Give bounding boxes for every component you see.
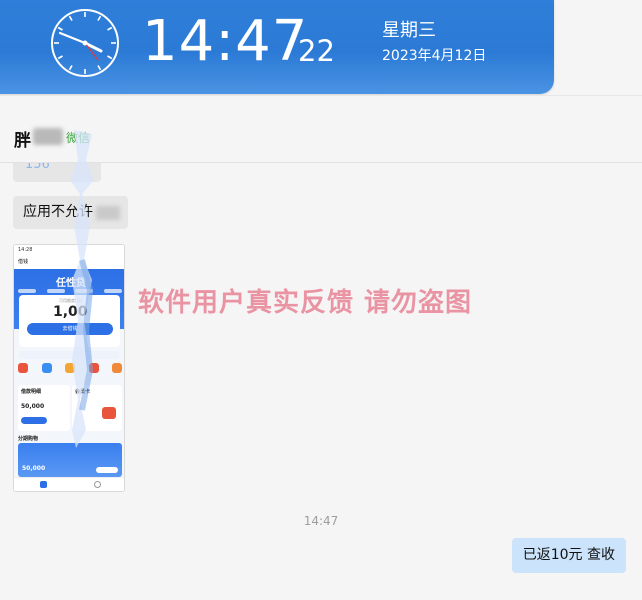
screenshot-section-title: 分期购物 [18,436,39,442]
clock-seconds: 22 [298,34,335,68]
message-bubble-incoming[interactable]: 156 [13,163,101,182]
message-text: 156 [25,163,50,172]
screenshot-tab-bar [14,477,124,491]
screenshot-panel-left: 借款明细 50,000 [18,385,70,431]
message-text: 应用不允许 [23,204,93,220]
message-text: 已返10元 查收 [522,547,615,563]
screenshot-amount: 1,00 [53,304,88,320]
message-timestamp: 14:47 [303,514,339,528]
chat-header: 胖 微信 [0,95,642,163]
clock-time: 14:47 [142,9,309,74]
message-image-screenshot[interactable]: 14:28 借钱 任性贷 可用额度(元) 1,00 去借钱 借款明细 50,00… [13,244,125,492]
screenshot-section-card: 50,000 [18,443,122,477]
screenshot-icon-grid [18,363,122,381]
analog-clock-icon [51,9,119,77]
clock-banner: 14:47 22 星期三 2023年4月12日 [0,0,554,94]
screenshot-status-bar: 14:28 [14,245,124,255]
screenshot-panel-right: 会员卡 [72,385,122,431]
screenshot-hero-title: 任性贷 [56,278,86,289]
screenshot-notice-bar [19,351,120,359]
screenshot-borrow-button: 去借钱 [27,323,113,335]
image-watermark: 软件用户真实反馈 请勿盗图 [138,288,473,318]
message-bubble-outgoing[interactable]: 已返10元 查收 [511,538,626,573]
message-bubble-incoming[interactable]: 应用不允许 [13,196,128,229]
clock-date: 2023年4月12日 [382,48,487,64]
name-redaction [33,128,63,145]
contact-source-badge: 微信 [66,131,91,145]
screenshot-amount-card: 可用额度(元) 1,00 去借钱 [19,295,120,347]
clock-weekday: 星期三 [382,20,436,41]
contact-name[interactable]: 胖 [14,126,31,151]
screenshot-nav-title: 借钱 [14,255,124,269]
text-redaction [96,206,120,220]
